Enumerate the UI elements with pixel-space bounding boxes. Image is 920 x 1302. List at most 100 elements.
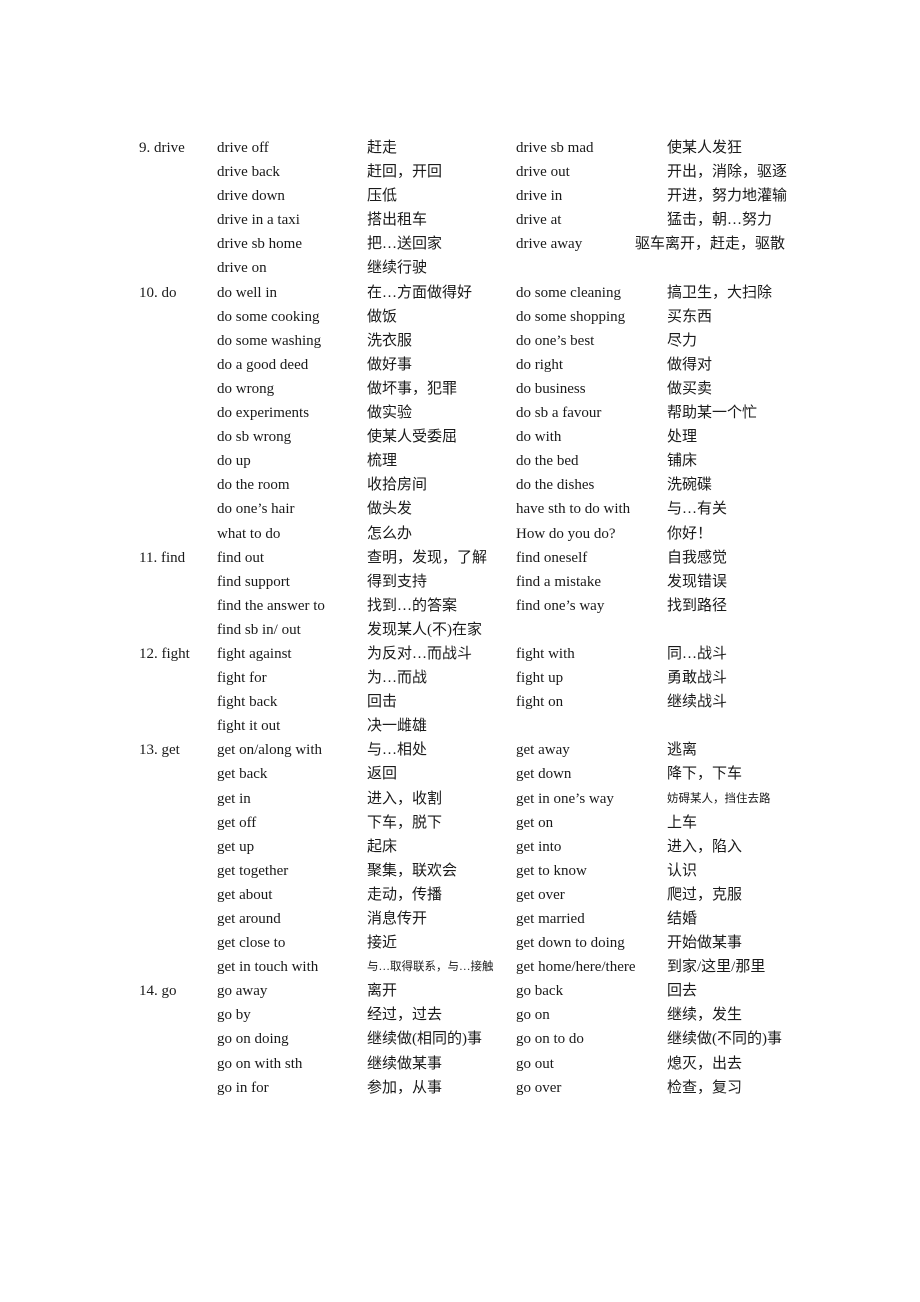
meaning-1: 继续做(相同的)事 xyxy=(367,1031,482,1048)
phrase-1: get in touch with xyxy=(217,959,319,976)
table-row: 14. go go away 离开 go back 回去 xyxy=(0,979,920,1003)
phrase-1: go by xyxy=(217,1007,251,1024)
phrase-1: get about xyxy=(217,886,273,903)
phrase-2: go back xyxy=(516,983,564,1000)
table-row: find support 得到支持 find a mistake 发现错误 xyxy=(0,570,920,594)
meaning-2: 继续，发生 xyxy=(667,1007,743,1024)
meaning-2: 铺床 xyxy=(667,453,698,470)
table-row: fight back 回击 fight on 继续战斗 xyxy=(0,690,920,714)
phrase-2: drive out xyxy=(516,164,570,181)
phrase-2: go over xyxy=(516,1079,562,1096)
phrase-2: drive at xyxy=(516,212,562,229)
table-row: go on with sth 继续做某事 go out 熄灭，出去 xyxy=(0,1052,920,1076)
meaning-1: 查明，发现，了解 xyxy=(367,549,488,566)
meaning-1: 做好事 xyxy=(367,356,413,373)
table-row: do a good deed 做好事 do right 做得对 xyxy=(0,353,920,377)
table-row: drive back 赶回，开回 drive out 开出，消除，驱逐 xyxy=(0,160,920,184)
table-row: do some washing 洗衣服 do one’s best 尽力 xyxy=(0,329,920,353)
phrase-1: drive on xyxy=(217,260,267,277)
table-row: 9. drive drive off 赶走 drive sb mad 使某人发狂 xyxy=(0,136,920,160)
meaning-2: 检查，复习 xyxy=(667,1079,743,1096)
phrase-2: How do you do? xyxy=(516,525,616,542)
phrase-1: get around xyxy=(217,911,281,927)
meaning-2: 逃离 xyxy=(667,742,698,759)
meaning-1: 返回 xyxy=(367,766,398,783)
meaning-1: 继续行驶 xyxy=(367,260,428,277)
phrase-2: get home/here/there xyxy=(516,959,636,976)
phrase-1: what to do xyxy=(217,525,281,542)
meaning-2: 做买卖 xyxy=(667,380,713,397)
table-row: do the room 收拾房间 do the dishes 洗碗碟 xyxy=(0,473,920,497)
table-row: what to do 怎么办 How do you do? 你好！ xyxy=(0,522,920,546)
table-row: 10. do do well in 在…方面做得好 do some cleaning 搞… xyxy=(0,281,920,305)
meaning-2: 猛击，朝…努力 xyxy=(667,212,773,229)
phrase-2: have sth to do with xyxy=(516,501,631,518)
table-row: drive in a taxi 搭出租车 drive at 猛击，朝…努力 xyxy=(0,208,920,232)
phrase-2: do business xyxy=(516,380,586,397)
meaning-2: 驱车离开，赶走，驱散 xyxy=(635,236,786,253)
meaning-2: 搞卫生，大扫除 xyxy=(667,284,773,301)
meaning-1: 怎么办 xyxy=(367,525,413,542)
table-row: get up 起床 get into 进入，陷入 xyxy=(0,835,920,859)
phrase-1: do experiments xyxy=(217,405,310,422)
phrase-1: get up xyxy=(217,838,255,855)
meaning-2: 处理 xyxy=(667,429,698,446)
phrase-table: 9. drive drive off 赶走 drive sb mad 使某人发狂 driv… xyxy=(0,136,920,1100)
phrase-2: fight with xyxy=(516,645,575,662)
phrase-2: do some cleaning xyxy=(516,284,621,301)
phrase-2: find a mistake xyxy=(516,573,601,590)
phrase-1: get close to xyxy=(217,935,286,952)
headword: 13. get xyxy=(139,742,180,759)
meaning-2: 开始做某事 xyxy=(667,935,743,952)
phrase-1: do some washing xyxy=(217,332,322,349)
phrase-2: drive sb mad xyxy=(516,140,594,156)
table-row: go by 经过，过去 go on 继续，发生 xyxy=(0,1003,920,1027)
meaning-1: 为…而战 xyxy=(367,670,428,687)
phrase-2: do with xyxy=(516,429,562,446)
phrase-2: get over xyxy=(516,886,565,903)
phrase-1: drive sb home xyxy=(217,236,302,253)
table-row: 13. get get on/along with 与…相处 get away 逃离 xyxy=(0,738,920,762)
phrase-2: find oneself xyxy=(516,549,588,566)
meaning-1: 压低 xyxy=(367,188,398,205)
meaning-1: 参加，从事 xyxy=(367,1079,443,1096)
phrase-2: do some shopping xyxy=(516,308,626,325)
table-row: find the answer to 找到…的答案 find one’s way 找到… xyxy=(0,594,920,618)
phrase-2: drive away xyxy=(516,236,583,253)
phrase-1: drive back xyxy=(217,164,280,181)
meaning-1: 做实验 xyxy=(367,405,413,422)
meaning-1: 赶走 xyxy=(367,140,398,156)
phrase-2: find one’s way xyxy=(516,597,605,614)
meaning-2: 认识 xyxy=(667,862,698,879)
phrase-1: go on doing xyxy=(217,1031,289,1048)
phrase-2: get married xyxy=(516,911,585,927)
table-row: fight it out 决一雌雄 xyxy=(0,714,920,738)
meaning-1: 在…方面做得好 xyxy=(367,284,473,301)
meaning-2: 开出，消除，驱逐 xyxy=(667,164,788,181)
phrase-2: go on to do xyxy=(516,1031,584,1048)
phrase-2: do the bed xyxy=(516,453,579,470)
phrase-1: fight for xyxy=(217,670,267,687)
phrase-1: do sb wrong xyxy=(217,429,292,446)
meaning-1: 为反对…而战斗 xyxy=(367,645,473,662)
meaning-2: 开进，努力地灌输 xyxy=(667,188,788,205)
table-row: get about 走动，传播 get over 爬过，克服 xyxy=(0,883,920,907)
meaning-1: 做头发 xyxy=(367,501,413,518)
meaning-2: 自我感觉 xyxy=(667,549,728,566)
meaning-1: 进入，收割 xyxy=(367,790,443,807)
table-row: 11. find find out 查明，发现，了解 find oneself 自我感觉 xyxy=(0,546,920,570)
meaning-1: 经过，过去 xyxy=(367,1007,443,1024)
phrase-2: fight up xyxy=(516,670,564,687)
phrase-2: get to know xyxy=(516,862,587,879)
meaning-2: 帮助某一个忙 xyxy=(667,405,758,422)
phrase-1: do a good deed xyxy=(217,356,309,373)
meaning-2: 找到路径 xyxy=(667,597,728,614)
phrase-1: do some cooking xyxy=(217,308,320,325)
meaning-2: 与…有关 xyxy=(667,501,728,518)
meaning-2: 你好！ xyxy=(667,525,713,542)
meaning-2: 同…战斗 xyxy=(667,645,728,662)
table-row: go in for 参加，从事 go over 检查，复习 xyxy=(0,1076,920,1100)
phrase-2: get away xyxy=(516,742,570,759)
phrase-2: get in one’s way xyxy=(516,790,614,807)
table-row: do up 梳理 do the bed 铺床 xyxy=(0,449,920,473)
